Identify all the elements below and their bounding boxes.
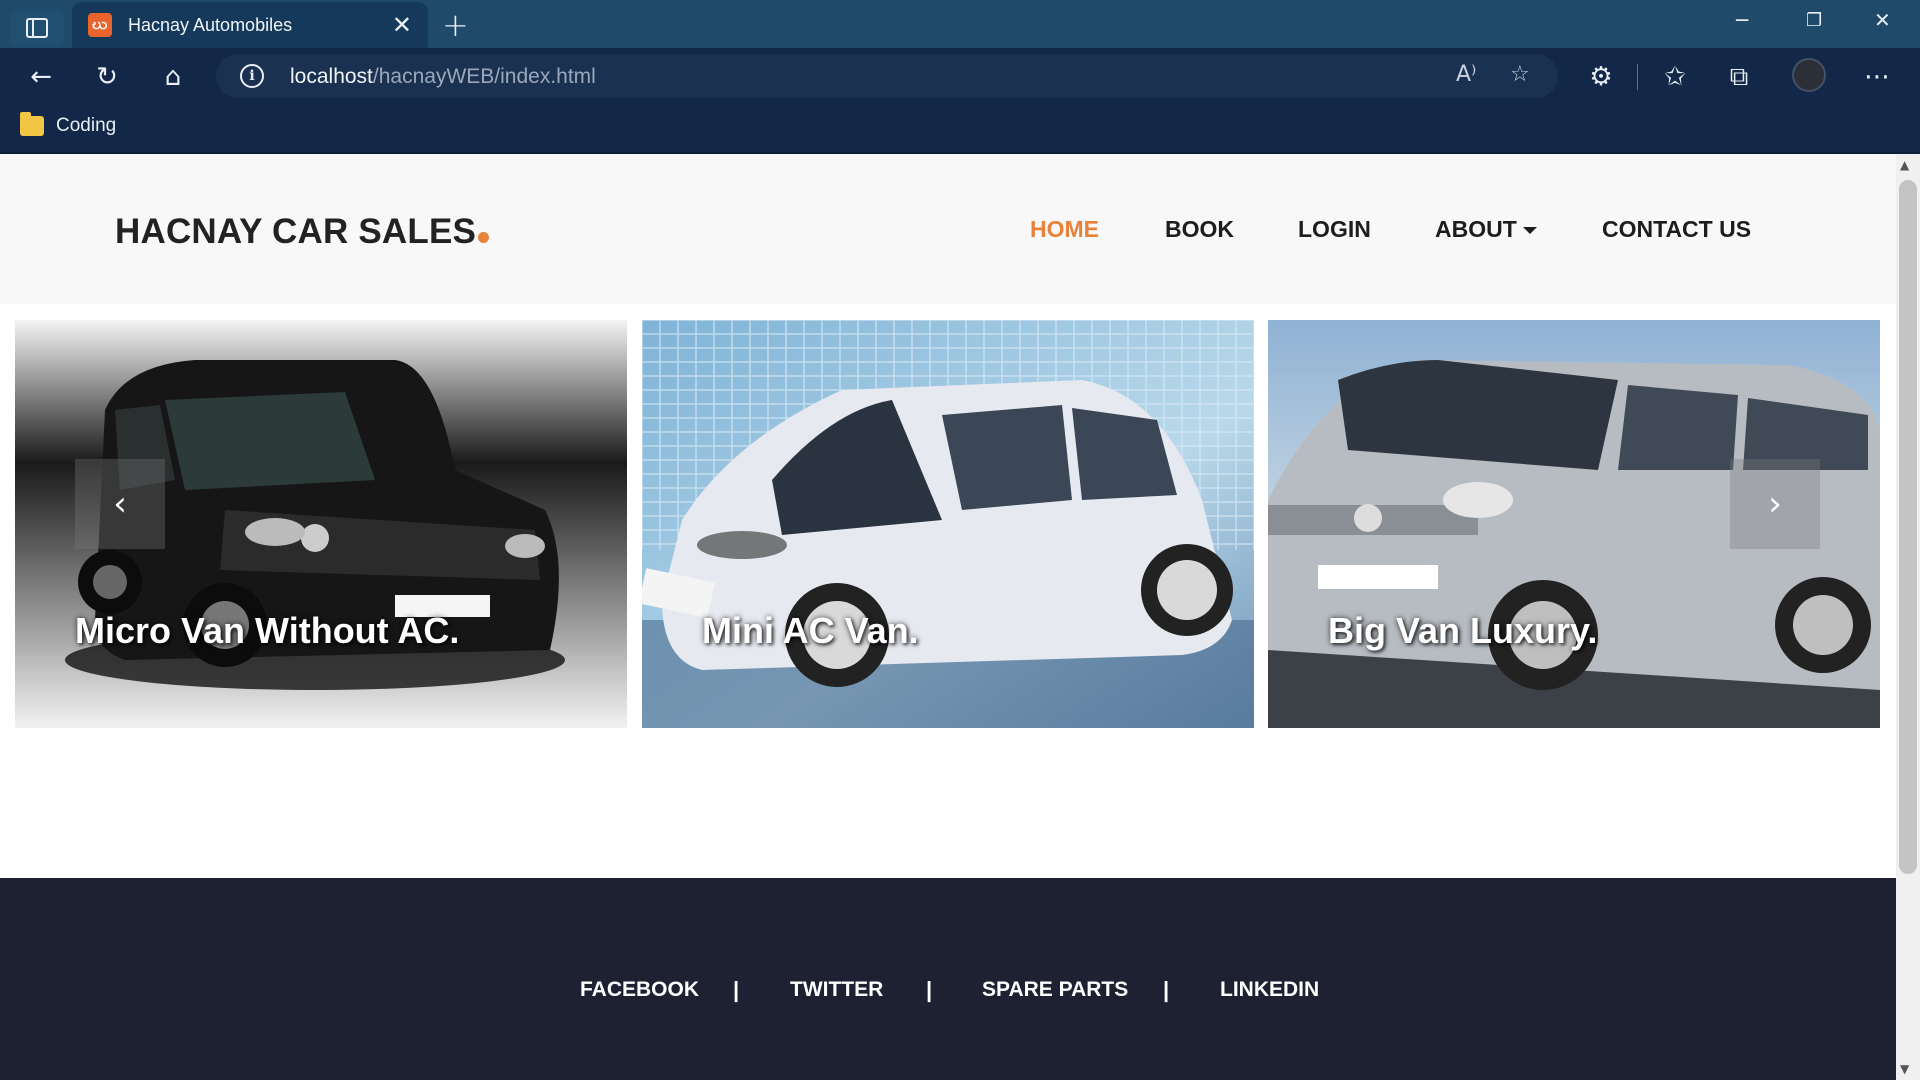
more-icon[interactable]: ⋯ — [1860, 60, 1894, 94]
nav-login[interactable]: LOGIN — [1298, 216, 1371, 243]
nav-about[interactable]: ABOUT — [1435, 216, 1537, 243]
scrollbar-thumb[interactable] — [1899, 180, 1917, 874]
profile-avatar[interactable] — [1792, 58, 1826, 92]
browser-tab[interactable]: ဃ Hacnay Automobiles ✕ — [72, 2, 428, 48]
scroll-up-icon[interactable]: ▲ — [1900, 158, 1909, 172]
site-favicon-icon: ဃ — [88, 13, 112, 37]
footer-separator: | — [1163, 977, 1170, 1002]
address-bar[interactable]: i localhost/hacnayWEB/index.html A͏⁾ ☆ — [216, 54, 1558, 98]
caret-down-icon — [1522, 227, 1537, 235]
site-logo[interactable]: HACNAY CAR SALES — [115, 212, 490, 252]
carousel-next-button[interactable]: › — [1730, 459, 1820, 549]
bookmark-folder-coding[interactable]: Coding — [56, 115, 116, 137]
slide-caption: Mini AC Van. — [702, 610, 919, 651]
footer-link-twitter[interactable]: TWITTER — [790, 978, 883, 1002]
tab-title: Hacnay Automobiles — [128, 14, 293, 35]
slide-caption: Big Van Luxury. — [1328, 610, 1598, 651]
info-icon[interactable]: i — [240, 64, 264, 88]
nav-contact[interactable]: CONTACT US — [1602, 216, 1751, 243]
web-page: HACNAY CAR SALES HOME BOOK LOGIN ABOUT C… — [0, 154, 1896, 1080]
footer-link-linkedin[interactable]: LINKEDIN — [1220, 978, 1319, 1002]
footer-link-spare-parts[interactable]: SPARE PARTS — [982, 978, 1128, 1002]
restore-icon[interactable]: ❐ — [1806, 10, 1822, 31]
carousel-prev-button[interactable]: ‹ — [75, 459, 165, 549]
favorites-icon[interactable]: ✩ — [1658, 60, 1692, 94]
url-text: localhost/hacnayWEB/index.html — [290, 65, 596, 88]
nav-home[interactable]: HOME — [1030, 216, 1099, 243]
footer-separator: | — [926, 977, 933, 1002]
bookmarks-bar — [0, 104, 1920, 154]
carousel-slide-2: Mini AC Van. — [642, 320, 1254, 728]
close-tab-icon[interactable]: ✕ — [392, 11, 412, 39]
toolbar-divider — [1637, 64, 1638, 90]
collections-icon[interactable]: ⧉ — [1722, 60, 1756, 94]
extensions-icon[interactable]: ⚙ — [1584, 60, 1618, 94]
nav-book[interactable]: BOOK — [1165, 216, 1234, 243]
site-header: HACNAY CAR SALES HOME BOOK LOGIN ABOUT C… — [0, 154, 1896, 304]
new-tab-button[interactable]: + — [442, 6, 469, 44]
scroll-down-icon[interactable]: ▼ — [1900, 1062, 1909, 1076]
browser-toolbar: ← ↻ ⌂ i localhost/hacnayWEB/index.html A… — [0, 48, 1920, 104]
close-window-icon[interactable]: ✕ — [1874, 8, 1891, 32]
minimize-icon[interactable]: ─ — [1736, 8, 1748, 32]
favorite-add-icon[interactable]: ☆ — [1510, 62, 1530, 87]
folder-icon[interactable] — [20, 112, 44, 136]
back-icon[interactable]: ← — [24, 60, 58, 94]
home-icon[interactable]: ⌂ — [156, 60, 190, 94]
read-aloud-icon[interactable]: A͏⁾ — [1456, 62, 1476, 87]
footer-separator: | — [733, 977, 740, 1002]
slide-caption: Micro Van Without AC. — [75, 610, 460, 651]
footer-link-facebook[interactable]: FACEBOOK — [580, 978, 699, 1002]
car-white-image — [642, 320, 1254, 728]
sidebar-icon[interactable] — [10, 9, 64, 47]
logo-dot — [478, 232, 490, 243]
reload-icon[interactable]: ↻ — [90, 60, 124, 94]
site-footer: FACEBOOK | TWITTER | SPARE PARTS | LINKE… — [0, 878, 1896, 1080]
